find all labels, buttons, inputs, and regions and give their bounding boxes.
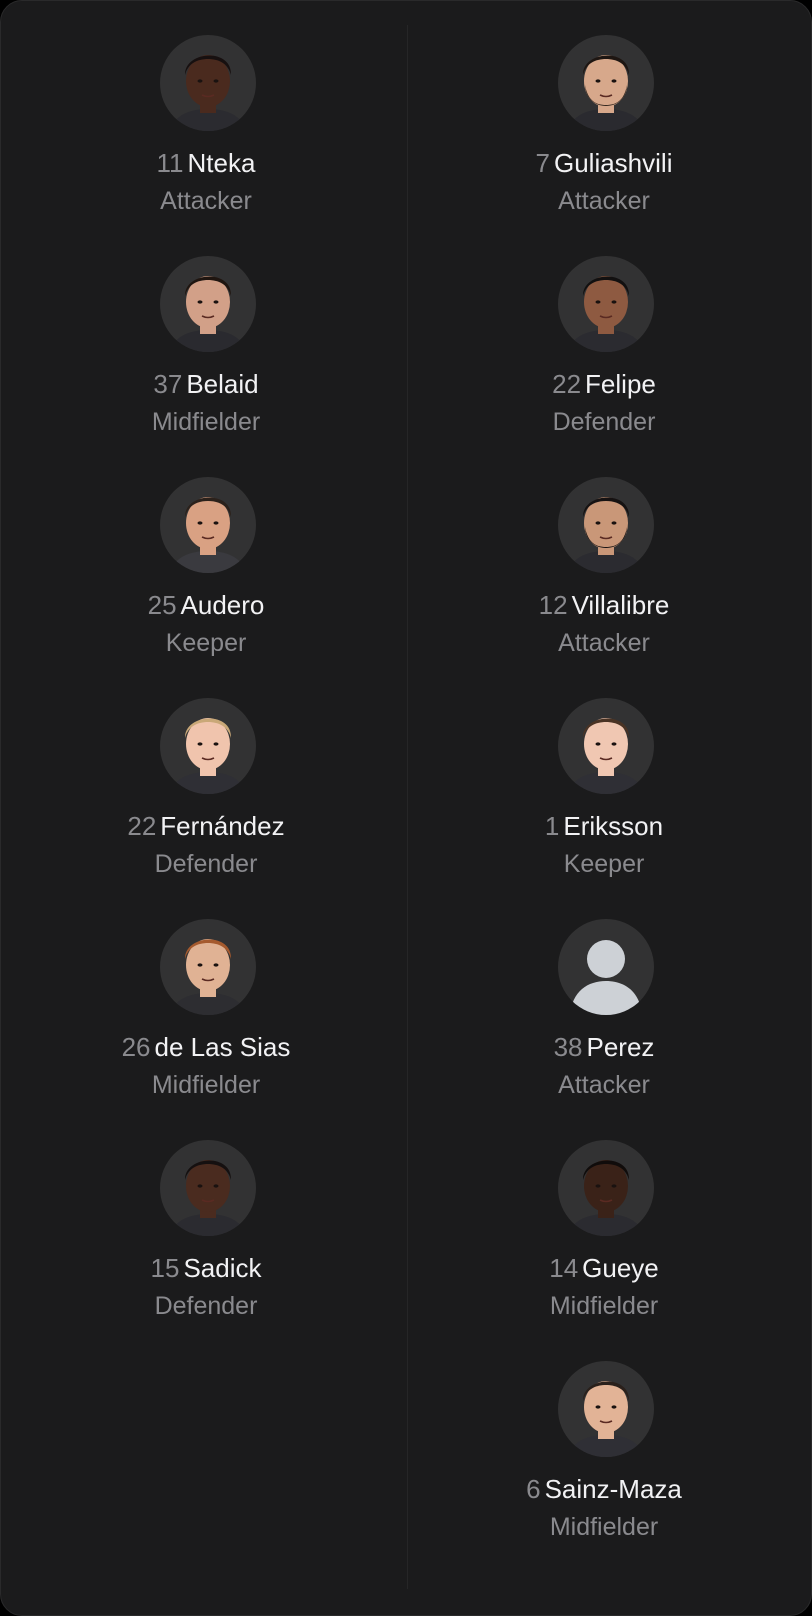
- player-card[interactable]: 7 Guliashvili Attacker: [401, 1, 807, 221]
- player-avatar: [160, 1140, 256, 1236]
- player-avatar: [160, 698, 256, 794]
- player-card[interactable]: 38 Perez Attacker: [401, 885, 807, 1105]
- player-name: Guliashvili: [553, 148, 673, 178]
- player-number: 22: [127, 811, 157, 841]
- player-name: Felipe: [585, 369, 656, 399]
- player-avatar: [558, 919, 654, 1015]
- player-avatar: [558, 35, 654, 131]
- placeholder-head: [587, 940, 625, 978]
- lineup-card: 11 Nteka Attacker 37 Belaid Midfielder 25 A…: [0, 0, 812, 1616]
- player-card[interactable]: 25 Audero Keeper: [3, 443, 409, 663]
- player-position: Midfielder: [549, 1513, 659, 1541]
- player-number: 15: [150, 1253, 180, 1283]
- player-card[interactable]: 26 de Las Sias Midfielder: [3, 885, 409, 1105]
- player-name: de Las Sias: [154, 1032, 291, 1062]
- player-number: 1: [544, 811, 560, 841]
- player-card[interactable]: 6 Sainz-Maza Midfielder: [401, 1327, 807, 1547]
- player-position: Keeper: [165, 629, 247, 657]
- player-position: Midfielder: [549, 1292, 659, 1320]
- player-avatar: [558, 1140, 654, 1236]
- player-number: 12: [538, 590, 568, 620]
- player-position: Midfielder: [151, 1071, 261, 1099]
- player-name: Sadick: [183, 1253, 262, 1283]
- player-number: 22: [552, 369, 582, 399]
- player-number: 26: [121, 1032, 151, 1062]
- player-avatar: [160, 919, 256, 1015]
- player-position: Attacker: [160, 187, 252, 215]
- player-name: Sainz-Maza: [544, 1474, 682, 1504]
- player-card[interactable]: 11 Nteka Attacker: [3, 1, 409, 221]
- player-card[interactable]: 37 Belaid Midfielder: [3, 222, 409, 442]
- player-name: Belaid: [186, 369, 259, 399]
- player-card[interactable]: 22 Fernández Defender: [3, 664, 409, 884]
- player-number: 11: [156, 148, 184, 178]
- player-position: Defender: [154, 1292, 258, 1320]
- player-position: Keeper: [563, 850, 645, 878]
- player-name: Perez: [586, 1032, 655, 1062]
- placeholder-body: [570, 981, 642, 1015]
- player-avatar: [160, 256, 256, 352]
- player-number: 6: [526, 1474, 541, 1504]
- player-position: Defender: [552, 408, 656, 436]
- player-position: Attacker: [558, 1071, 650, 1099]
- player-card[interactable]: 14 Gueye Midfielder: [401, 1106, 807, 1326]
- player-name: Fernández: [160, 811, 285, 841]
- player-avatar: [558, 698, 654, 794]
- player-avatar: [558, 1361, 654, 1457]
- player-avatar: [558, 256, 654, 352]
- player-name: Villalibre: [571, 590, 670, 620]
- player-avatar: [160, 477, 256, 573]
- player-position: Midfielder: [151, 408, 261, 436]
- player-position: Attacker: [558, 187, 650, 215]
- player-name: Audero: [180, 590, 265, 620]
- player-number: 7: [535, 148, 550, 178]
- player-number: 38: [553, 1032, 583, 1062]
- player-avatar: [558, 477, 654, 573]
- player-number: 37: [153, 369, 183, 399]
- player-position: Defender: [154, 850, 258, 878]
- player-card[interactable]: 1 Eriksson Keeper: [401, 664, 807, 884]
- player-name: Nteka: [187, 148, 256, 178]
- player-avatar: [160, 35, 256, 131]
- player-position: Attacker: [558, 629, 650, 657]
- player-card[interactable]: 22 Felipe Defender: [401, 222, 807, 442]
- player-number: 25: [147, 590, 177, 620]
- player-card[interactable]: 12 Villalibre Attacker: [401, 443, 807, 663]
- player-card[interactable]: 15 Sadick Defender: [3, 1106, 409, 1326]
- player-name: Gueye: [582, 1253, 659, 1283]
- player-name: Eriksson: [563, 811, 664, 841]
- player-number: 14: [549, 1253, 579, 1283]
